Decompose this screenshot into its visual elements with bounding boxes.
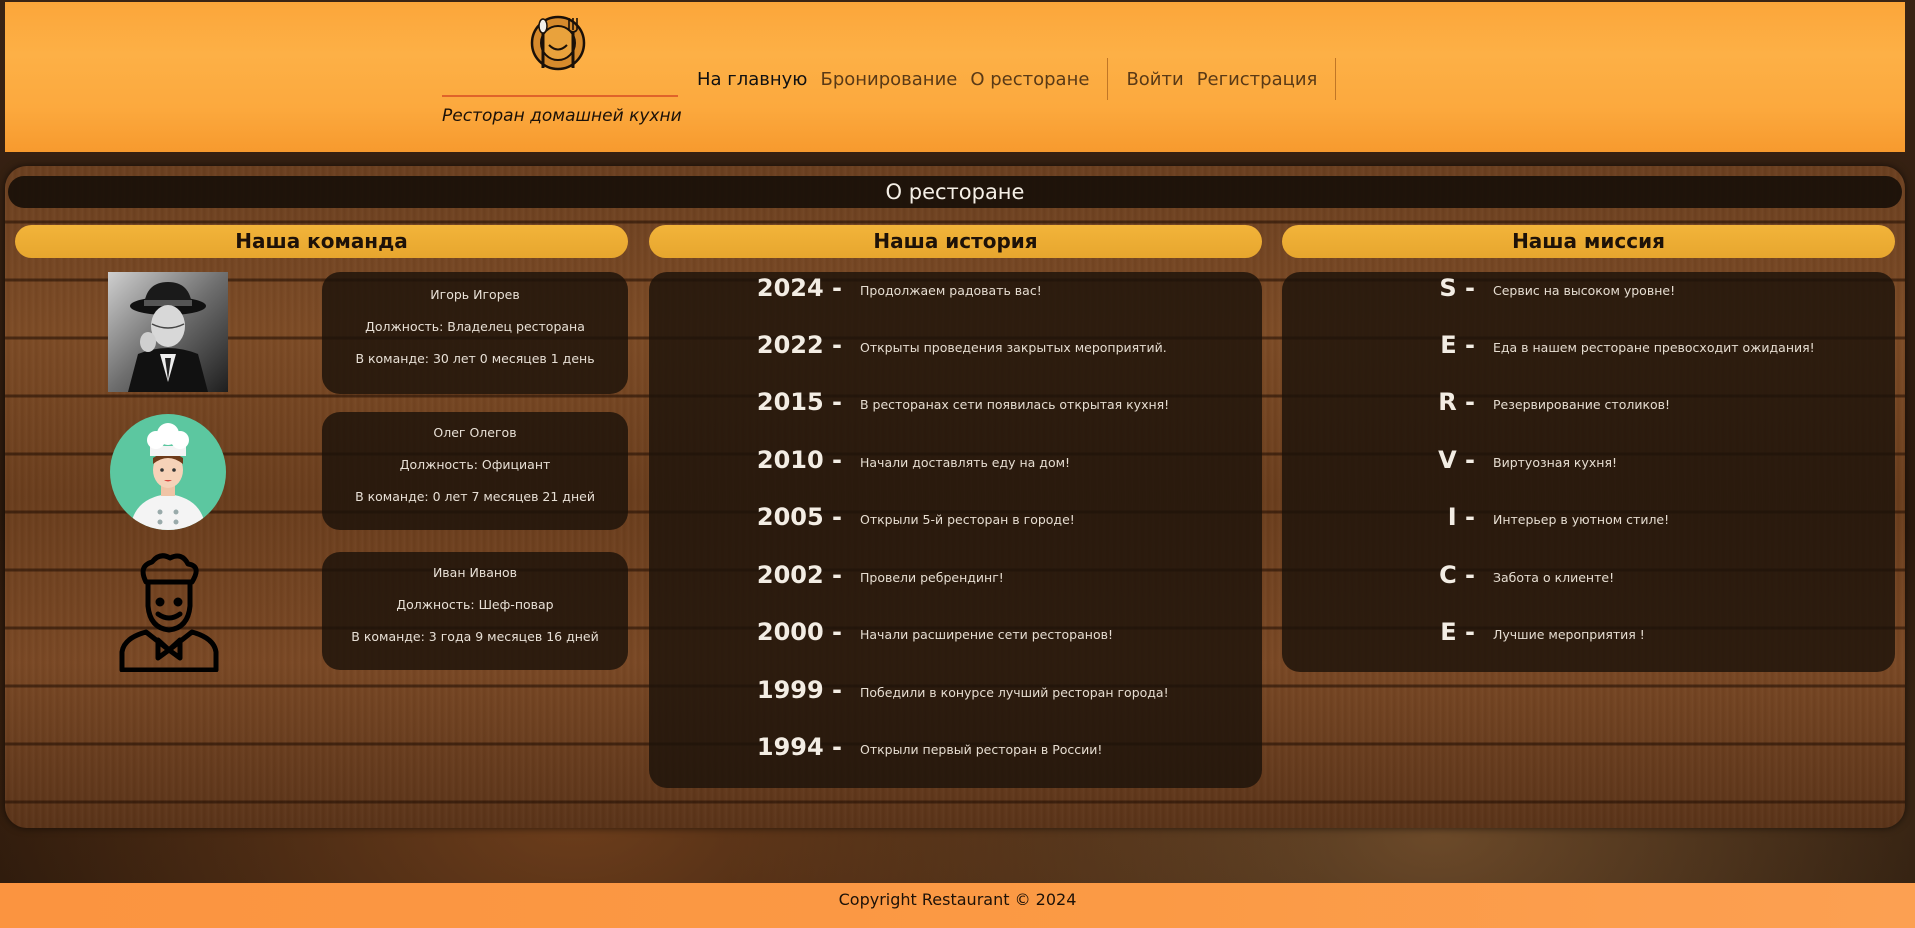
history-year: 2024 - [756, 274, 842, 302]
history-row: 2022 - Открыты проведения закрытых меропр… [649, 331, 1262, 371]
member-name: Олег Олегов [433, 425, 517, 440]
page-title: О ресторане [8, 176, 1902, 208]
mission-letter: R - [1438, 388, 1475, 416]
member-role: Должность: Официант [399, 457, 551, 472]
site-footer: Copyright Restaurant © 2024 [0, 883, 1915, 928]
history-year: 2000 - [756, 618, 842, 646]
history-row: 2024 - Продолжаем радовать вас! [649, 274, 1262, 314]
member-role: Должность: Владелец ресторана [365, 319, 585, 334]
member-tenure: В команде: 30 лет 0 месяцев 1 день [355, 351, 595, 366]
mission-text: Сервис на высоком уровне! [1493, 283, 1676, 298]
history-year: 2022 - [756, 331, 842, 359]
brand-divider [442, 95, 678, 97]
mission-letter: E - [1440, 618, 1475, 646]
history-year: 2015 - [756, 388, 842, 416]
mission-text: Еда в нашем ресторане превосходит ожидан… [1493, 340, 1815, 355]
mission-text: Виртуозная кухня! [1493, 455, 1617, 470]
member-card: Олег Олегов Должность: Официант В команд… [322, 412, 628, 530]
member-card: Иван Иванов Должность: Шеф-повар В коман… [322, 552, 628, 670]
history-row: 2002 - Провели ребрендинг! [649, 561, 1262, 601]
restaurant-logo-icon[interactable] [529, 12, 587, 74]
mission-letter: C - [1439, 561, 1475, 589]
site-header: Ресторан домашней кухни На главную Брони… [5, 2, 1905, 152]
nav-booking[interactable]: Бронирование [820, 69, 957, 90]
member-role: Должность: Шеф-повар [396, 597, 554, 612]
nav-divider [1107, 58, 1109, 100]
brand-tagline: Ресторан домашней кухни [442, 106, 682, 126]
member-name: Игорь Игорев [430, 287, 520, 302]
mission-row: C - Забота о клиенте! [1282, 561, 1895, 601]
about-panel: О ресторане Наша команда Игорь Игорев До… [5, 166, 1905, 828]
history-card: 2024 - Продолжаем радовать вас! 2022 - Отк… [649, 272, 1262, 788]
mission-row: E - Лучшие мероприятия ! [1282, 618, 1895, 658]
history-year: 2010 - [756, 446, 842, 474]
history-row: 2000 - Начали расширение сети ресторанов! [649, 618, 1262, 658]
copyright-text: Copyright Restaurant © 2024 [838, 890, 1077, 909]
history-text: В ресторанах сети появилась открытая кух… [860, 397, 1170, 412]
mission-row: E - Еда в нашем ресторане превосходит ожи… [1282, 331, 1895, 371]
mission-text: Лучшие мероприятия ! [1493, 627, 1645, 642]
mission-card: S - Сервис на высоком уровне! E - Еда в на… [1282, 272, 1895, 672]
mission-row: V - Виртуозная кухня! [1282, 446, 1895, 486]
nav-register[interactable]: Регистрация [1197, 69, 1318, 90]
history-year: 2005 - [756, 503, 842, 531]
member-tenure: В команде: 3 года 9 месяцев 16 дней [351, 629, 599, 644]
history-text: Победили в конурсе лучший ресторан город… [860, 685, 1169, 700]
nav-login[interactable]: Войти [1126, 69, 1183, 90]
member-name: Иван Иванов [432, 565, 518, 580]
member-tenure: В команде: 0 лет 7 месяцев 21 дней [355, 489, 595, 504]
history-row: 2010 - Начали доставлять еду на дом! [649, 446, 1262, 486]
mission-heading: Наша миссия [1282, 225, 1895, 258]
mission-letter: I - [1447, 503, 1475, 531]
member-photo-owner [108, 272, 228, 392]
history-row: 1999 - Победили в конурсе лучший ресторан… [649, 676, 1262, 716]
mission-letter: S - [1439, 274, 1475, 302]
history-year: 2002 - [756, 561, 842, 589]
history-text: Провели ребрендинг! [860, 570, 1004, 585]
mission-text: Интерьер в уютном стиле! [1493, 512, 1670, 527]
main-nav: На главную Бронирование О ресторане Войт… [697, 57, 1337, 101]
mission-text: Резервирование столиков! [1493, 397, 1671, 412]
history-text: Продолжаем радовать вас! [860, 283, 1042, 298]
mission-text: Забота о клиенте! [1493, 570, 1615, 585]
chef-avatar-icon [110, 414, 226, 530]
history-row: 2005 - Открыли 5-й ресторан в городе! [649, 503, 1262, 543]
mission-row: R - Резервирование столиков! [1282, 388, 1895, 428]
history-row: 1994 - Открыли первый ресторан в России! [649, 733, 1262, 773]
brand[interactable]: Ресторан домашней кухни [437, 12, 682, 130]
mission-row: S - Сервис на высоком уровне! [1282, 274, 1895, 314]
history-text: Начали доставлять еду на дом! [860, 455, 1071, 470]
mission-row: I - Интерьер в уютном стиле! [1282, 503, 1895, 543]
nav-about[interactable]: О ресторане [970, 69, 1089, 90]
mission-letter: V - [1438, 446, 1475, 474]
history-text: Открыты проведения закрытых мероприятий. [860, 340, 1167, 355]
history-text: Открыли 5-й ресторан в городе! [860, 512, 1075, 527]
chef-outline-icon [119, 553, 219, 672]
nav-divider [1335, 58, 1337, 100]
history-row: 2015 - В ресторанах сети появилась открыт… [649, 388, 1262, 428]
mission-letter: E - [1440, 331, 1475, 359]
nav-home[interactable]: На главную [697, 69, 807, 90]
history-heading: Наша история [649, 225, 1262, 258]
history-year: 1994 - [756, 733, 842, 761]
history-year: 1999 - [756, 676, 842, 704]
member-card: Игорь Игорев Должность: Владелец рестора… [322, 272, 628, 394]
history-text: Начали расширение сети ресторанов! [860, 627, 1113, 642]
team-heading: Наша команда [15, 225, 628, 258]
history-text: Открыли первый ресторан в России! [860, 742, 1103, 757]
